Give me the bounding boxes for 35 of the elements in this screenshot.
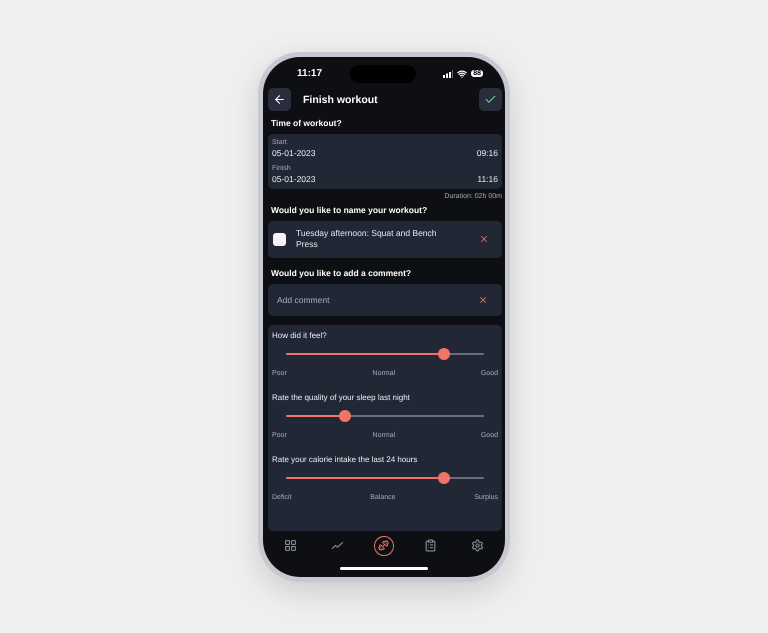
settings-icon (471, 539, 484, 552)
wifi-icon (457, 68, 468, 78)
nav-tab[interactable] (374, 536, 394, 556)
clear-icon[interactable] (478, 295, 488, 306)
rating-slider[interactable] (286, 472, 484, 484)
comment-field[interactable]: Add comment (268, 284, 502, 316)
section-label: Would you like to add a comment? (271, 268, 412, 278)
back-button[interactable] (268, 88, 291, 111)
back-arrow-icon (273, 93, 286, 106)
trend-line-icon (330, 539, 344, 552)
signal-icon (443, 70, 454, 78)
workout-name[interactable]: Tuesday afternoon: Squat and Bench Press (296, 228, 445, 252)
rating-slider[interactable] (286, 348, 484, 360)
rating-question: Rate your calorie intake the last 24 hours (272, 455, 418, 464)
date-value[interactable]: 05-01-2023 (272, 174, 316, 184)
comment-input[interactable]: Add comment (277, 295, 478, 306)
dashboard-icon (284, 539, 297, 552)
clipboard-icon (424, 539, 438, 552)
slider-thumb[interactable] (438, 472, 450, 484)
rating-question: Rate the quality of your sleep last night (272, 393, 411, 402)
confirm-button[interactable] (479, 88, 502, 111)
time-value[interactable]: 09:16 (476, 148, 498, 158)
slider-thumb[interactable] (438, 348, 450, 360)
date-value[interactable]: 05-01-2023 (272, 148, 316, 158)
rating-slider[interactable] (286, 410, 484, 422)
screen-title: Finish workout (303, 94, 379, 106)
rating-question: How did it feel? (272, 331, 328, 340)
checkbox[interactable] (273, 232, 286, 246)
section-label: Time of workout? (271, 118, 343, 128)
status-time: 11:17 (297, 68, 322, 79)
section-label: Would you like to name your workout? (271, 204, 428, 214)
time-value[interactable]: 11:16 (477, 174, 498, 184)
clear-icon[interactable] (479, 234, 489, 244)
dumbbell-icon (378, 540, 390, 551)
slider-thumb[interactable] (339, 410, 352, 422)
